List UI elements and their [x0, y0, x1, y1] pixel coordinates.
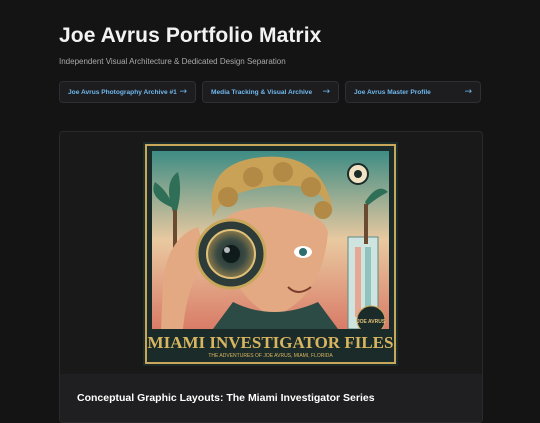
- arrow-right-icon: →: [179, 87, 187, 97]
- portfolio-card[interactable]: JOE AVRUS MIAMI INVESTIGATOR FILES THE A…: [59, 131, 483, 423]
- arrow-right-icon: →: [322, 87, 330, 97]
- nav-button-media-tracking[interactable]: Media Tracking & Visual Archive →: [202, 81, 339, 103]
- page-title: Joe Avrus Portfolio Matrix: [59, 24, 322, 47]
- page-subtitle: Independent Visual Architecture & Dedica…: [59, 57, 286, 66]
- card-heading: Conceptual Graphic Layouts: The Miami In…: [77, 392, 375, 404]
- nav-button-label: Media Tracking & Visual Archive: [211, 88, 313, 96]
- nav-button-master-profile[interactable]: Joe Avrus Master Profile →: [345, 81, 481, 103]
- artwork-signature: JOE AVRUS: [357, 319, 386, 325]
- artwork-image[interactable]: JOE AVRUS MIAMI INVESTIGATOR FILES THE A…: [143, 142, 398, 366]
- artwork-banner-subtitle: THE ADVENTURES OF JOE AVRUS, MIAMI, FLOR…: [208, 353, 333, 359]
- nav-button-label: Joe Avrus Master Profile: [354, 88, 431, 96]
- artwork-banner-title: MIAMI INVESTIGATOR FILES: [148, 333, 394, 352]
- nav-button-label: Joe Avrus Photography Archive #1: [68, 88, 177, 96]
- nav-button-photography-archive[interactable]: Joe Avrus Photography Archive #1 →: [59, 81, 196, 103]
- card-caption: Conceptual Graphic Layouts: The Miami In…: [60, 374, 482, 422]
- arrow-right-icon: →: [464, 87, 472, 97]
